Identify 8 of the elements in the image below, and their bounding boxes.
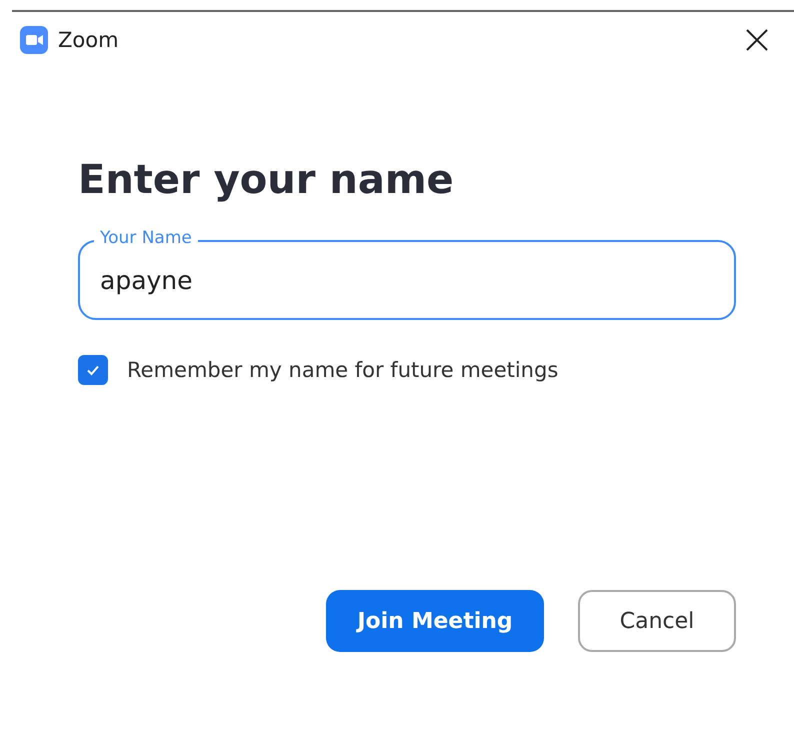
close-icon[interactable] (746, 29, 768, 51)
window-title: Zoom (58, 28, 119, 52)
dialog-heading: Enter your name (78, 158, 455, 202)
remember-label: Remember my name for future meetings (127, 358, 558, 382)
join-button[interactable]: Join Meeting (326, 590, 544, 652)
cancel-button[interactable]: Cancel (578, 590, 736, 652)
camera-icon (20, 26, 48, 54)
remember-checkbox[interactable] (78, 355, 108, 385)
